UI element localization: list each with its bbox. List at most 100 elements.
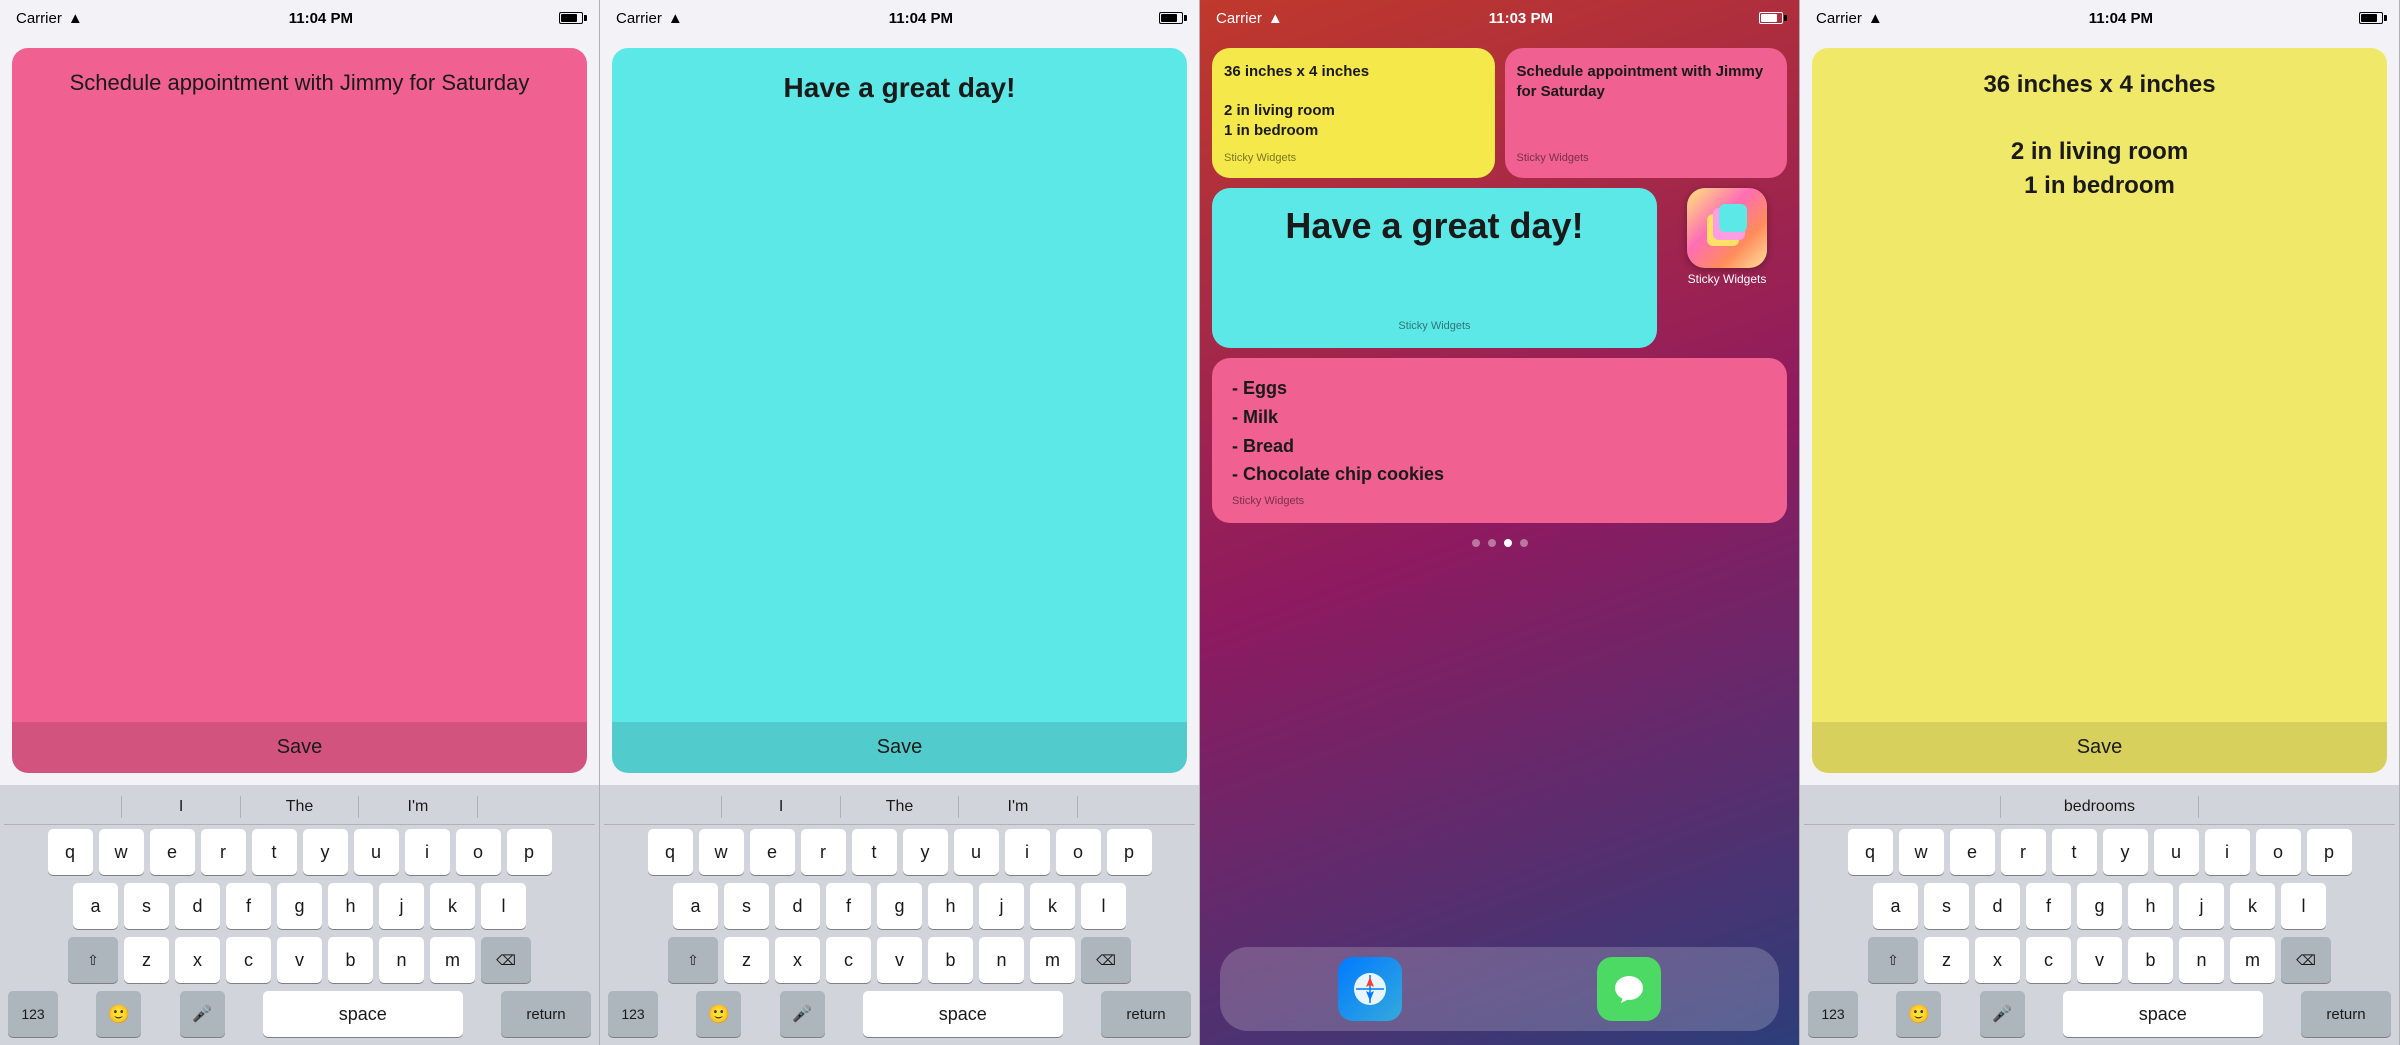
safari-icon[interactable] [1338, 957, 1402, 1021]
suggestion-bedrooms-4[interactable]: bedrooms [2001, 798, 2197, 816]
key-k-2[interactable]: k [1030, 883, 1075, 929]
note-card-1[interactable]: Schedule appointment with Jimmy for Satu… [12, 48, 587, 773]
key-o-4[interactable]: o [2256, 829, 2301, 875]
key-r-4[interactable]: r [2001, 829, 2046, 875]
key-g-4[interactable]: g [2077, 883, 2122, 929]
key-h-1[interactable]: h [328, 883, 373, 929]
key-y-4[interactable]: y [2103, 829, 2148, 875]
key-s-1[interactable]: s [124, 883, 169, 929]
key-d-4[interactable]: d [1975, 883, 2020, 929]
key-r-1[interactable]: r [201, 829, 246, 875]
key-k-4[interactable]: k [2230, 883, 2275, 929]
delete-key-1[interactable]: ⌫ [481, 937, 531, 983]
key-w-1[interactable]: w [99, 829, 144, 875]
mic-key-1[interactable]: 🎤 [180, 991, 225, 1037]
mic-key-4[interactable]: 🎤 [1980, 991, 2025, 1037]
note-text-1[interactable]: Schedule appointment with Jimmy for Satu… [12, 48, 587, 722]
app-icon-wrapper[interactable]: Sticky Widgets [1667, 188, 1787, 286]
space-key-4[interactable]: space [2063, 991, 2263, 1037]
key-e-2[interactable]: e [750, 829, 795, 875]
key-w-2[interactable]: w [699, 829, 744, 875]
key-x-2[interactable]: x [775, 937, 820, 983]
key-h-4[interactable]: h [2128, 883, 2173, 929]
key-c-4[interactable]: c [2026, 937, 2071, 983]
suggestion-im-1[interactable]: I'm [359, 798, 476, 816]
emoji-key-2[interactable]: 🙂 [696, 991, 741, 1037]
key-e-1[interactable]: e [150, 829, 195, 875]
messages-icon[interactable] [1597, 957, 1661, 1021]
key-j-1[interactable]: j [379, 883, 424, 929]
key-d-1[interactable]: d [175, 883, 220, 929]
key-v-1[interactable]: v [277, 937, 322, 983]
key-c-2[interactable]: c [826, 937, 871, 983]
key-m-4[interactable]: m [2230, 937, 2275, 983]
key-f-2[interactable]: f [826, 883, 871, 929]
key-d-2[interactable]: d [775, 883, 820, 929]
key-z-2[interactable]: z [724, 937, 769, 983]
widget-large-cyan[interactable]: Have a great day! Sticky Widgets [1212, 188, 1657, 348]
space-key-1[interactable]: space [263, 991, 463, 1037]
suggestion-i-2[interactable]: I [722, 798, 839, 816]
sticky-widgets-icon[interactable] [1687, 188, 1767, 268]
key-a-1[interactable]: a [73, 883, 118, 929]
key-l-1[interactable]: l [481, 883, 526, 929]
suggestion-the-2[interactable]: The [841, 798, 958, 816]
suggestion-im-2[interactable]: I'm [959, 798, 1076, 816]
key-b-2[interactable]: b [928, 937, 973, 983]
key-s-2[interactable]: s [724, 883, 769, 929]
delete-key-4[interactable]: ⌫ [2281, 937, 2331, 983]
shift-key-2[interactable]: ⇧ [668, 937, 718, 983]
key-t-4[interactable]: t [2052, 829, 2097, 875]
save-button-4[interactable]: Save [1812, 722, 2387, 773]
key-e-4[interactable]: e [1950, 829, 1995, 875]
save-button-2[interactable]: Save [612, 722, 1187, 773]
key-u-1[interactable]: u [354, 829, 399, 875]
key-r-2[interactable]: r [801, 829, 846, 875]
key-i-1[interactable]: i [405, 829, 450, 875]
return-key-1[interactable]: return [501, 991, 591, 1037]
key-c-1[interactable]: c [226, 937, 271, 983]
key-z-1[interactable]: z [124, 937, 169, 983]
key-l-4[interactable]: l [2281, 883, 2326, 929]
key-b-1[interactable]: b [328, 937, 373, 983]
key-i-4[interactable]: i [2205, 829, 2250, 875]
key-x-1[interactable]: x [175, 937, 220, 983]
key-i-2[interactable]: i [1005, 829, 1050, 875]
key-t-1[interactable]: t [252, 829, 297, 875]
key-z-4[interactable]: z [1924, 937, 1969, 983]
key-n-2[interactable]: n [979, 937, 1024, 983]
suggestion-the-1[interactable]: The [241, 798, 358, 816]
key-t-2[interactable]: t [852, 829, 897, 875]
key-n-1[interactable]: n [379, 937, 424, 983]
key-u-4[interactable]: u [2154, 829, 2199, 875]
delete-key-2[interactable]: ⌫ [1081, 937, 1131, 983]
key-a-4[interactable]: a [1873, 883, 1918, 929]
key-p-4[interactable]: p [2307, 829, 2352, 875]
key-123-4[interactable]: 123 [1808, 991, 1858, 1037]
key-q-4[interactable]: q [1848, 829, 1893, 875]
key-p-2[interactable]: p [1107, 829, 1152, 875]
note-card-4[interactable]: 36 inches x 4 inches2 in living room1 in… [1812, 48, 2387, 773]
key-o-2[interactable]: o [1056, 829, 1101, 875]
save-button-1[interactable]: Save [12, 722, 587, 773]
space-key-2[interactable]: space [863, 991, 1063, 1037]
key-y-1[interactable]: y [303, 829, 348, 875]
key-g-1[interactable]: g [277, 883, 322, 929]
key-j-4[interactable]: j [2179, 883, 2224, 929]
note-card-2[interactable]: Have a great day! Save [612, 48, 1187, 773]
note-text-2[interactable]: Have a great day! [612, 48, 1187, 722]
return-key-2[interactable]: return [1101, 991, 1191, 1037]
return-key-4[interactable]: return [2301, 991, 2391, 1037]
emoji-key-4[interactable]: 🙂 [1896, 991, 1941, 1037]
key-g-2[interactable]: g [877, 883, 922, 929]
shift-key-1[interactable]: ⇧ [68, 937, 118, 983]
key-f-1[interactable]: f [226, 883, 271, 929]
widget-grocery[interactable]: - Eggs- Milk- Bread- Chocolate chip cook… [1212, 358, 1787, 523]
key-q-2[interactable]: q [648, 829, 693, 875]
shift-key-4[interactable]: ⇧ [1868, 937, 1918, 983]
key-m-2[interactable]: m [1030, 937, 1075, 983]
mic-key-2[interactable]: 🎤 [780, 991, 825, 1037]
key-l-2[interactable]: l [1081, 883, 1126, 929]
note-text-4[interactable]: 36 inches x 4 inches2 in living room1 in… [1812, 48, 2387, 722]
key-x-4[interactable]: x [1975, 937, 2020, 983]
